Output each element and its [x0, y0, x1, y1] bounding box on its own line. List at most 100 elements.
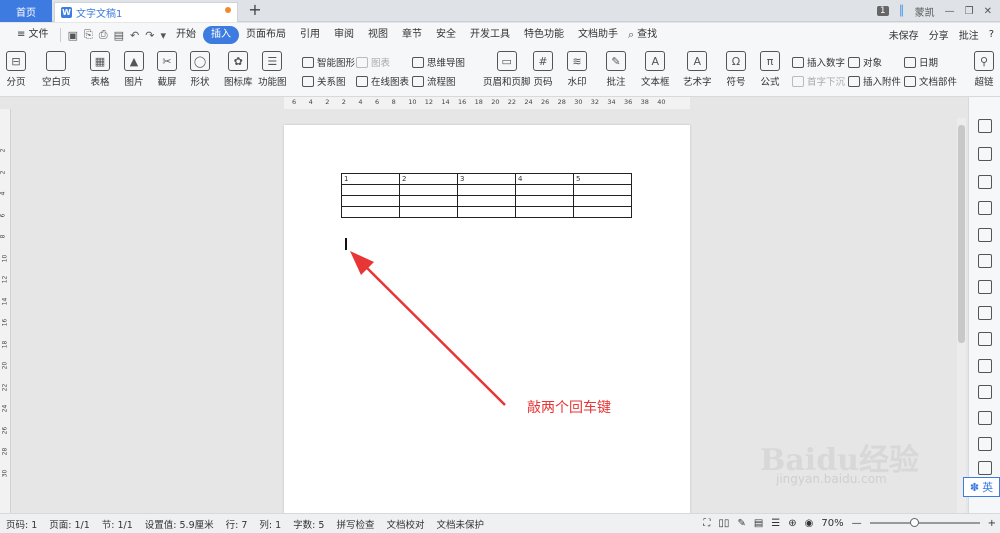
- doc-parts-button[interactable]: 文档部件: [904, 74, 957, 88]
- symbol-button[interactable]: Ω 符号: [726, 51, 746, 88]
- share-out-icon[interactable]: [978, 411, 992, 425]
- apps-grid-icon[interactable]: [978, 280, 992, 294]
- document-table[interactable]: 1 2 3 4 5: [341, 173, 632, 218]
- table-cell[interactable]: [457, 206, 516, 218]
- tab-developer[interactable]: 开发工具: [463, 26, 517, 44]
- table-cell[interactable]: [341, 195, 400, 207]
- tab-security[interactable]: 安全: [429, 26, 463, 44]
- page-view-icon[interactable]: ▤: [754, 518, 763, 529]
- search-icon[interactable]: ⌕: [625, 28, 637, 42]
- blank-page-button[interactable]: 空白页: [42, 51, 71, 88]
- fullscreen-icon[interactable]: ⛶: [703, 518, 710, 529]
- style-brush-icon[interactable]: [978, 119, 992, 133]
- sidebar-toggle-icon[interactable]: [978, 461, 992, 475]
- user-name[interactable]: 蒙凯: [915, 4, 935, 19]
- sliders-icon[interactable]: [978, 332, 992, 346]
- redo-icon[interactable]: ↷: [142, 29, 157, 42]
- select-pointer-icon[interactable]: [978, 147, 992, 161]
- location-pin-icon[interactable]: [978, 175, 992, 189]
- zoom-out-button[interactable]: —: [852, 518, 862, 529]
- shape-button[interactable]: ◯ 形状: [190, 51, 210, 88]
- mind-map-button[interactable]: 思维导图: [412, 55, 465, 69]
- header-footer-button[interactable]: ▭ 页眉和页脚: [483, 51, 531, 88]
- tab-review[interactable]: 审阅: [327, 26, 361, 44]
- attachment-button[interactable]: 插入附件: [848, 74, 901, 88]
- table-cell[interactable]: [399, 184, 458, 196]
- table-cell[interactable]: [341, 184, 400, 196]
- print-icon[interactable]: ⎙: [96, 28, 111, 42]
- table-cell[interactable]: [573, 195, 632, 207]
- bar-chart-icon[interactable]: [978, 306, 992, 320]
- chart-button[interactable]: 图表: [356, 55, 390, 69]
- tab-chapter[interactable]: 章节: [395, 26, 429, 44]
- table-cell[interactable]: [399, 195, 458, 207]
- picture-button[interactable]: ▲ 图片: [124, 51, 144, 88]
- page-number-button[interactable]: # 页码: [533, 51, 553, 88]
- comment-insert-button[interactable]: ✎ 批注: [606, 51, 626, 88]
- minimize-button[interactable]: —: [945, 6, 955, 17]
- web-view-icon[interactable]: ⊕: [788, 518, 796, 529]
- tab-features[interactable]: 特色功能: [517, 26, 571, 44]
- watermark-button[interactable]: ≋ 水印: [567, 51, 587, 88]
- zoom-slider-handle[interactable]: [909, 518, 919, 527]
- zoom-in-button[interactable]: +: [988, 518, 996, 529]
- drop-cap-button[interactable]: 首字下沉: [792, 74, 845, 88]
- tab-insert[interactable]: 插入: [202, 26, 239, 44]
- file-menu[interactable]: ≡ 文件: [10, 26, 56, 44]
- ime-indicator[interactable]: ✽ 英: [963, 477, 1000, 497]
- write-mode-icon[interactable]: ✎: [737, 518, 745, 529]
- undo-icon[interactable]: ↶: [127, 29, 142, 42]
- relation-chart-button[interactable]: 关系图: [302, 74, 346, 88]
- table-cell[interactable]: 4: [515, 173, 574, 185]
- book-icon[interactable]: [978, 385, 992, 399]
- horizontal-ruler[interactable]: 6 4 2 2 4 6 8 10 12 14 16 18 20 22 24 26 28 30 32 34 36 38 40: [284, 97, 690, 109]
- puzzle-icon[interactable]: [978, 437, 992, 451]
- icon-library-button[interactable]: ✿ 图标库: [224, 51, 253, 88]
- zoom-level[interactable]: 70%: [821, 518, 843, 529]
- new-tab-button[interactable]: +: [246, 1, 264, 19]
- share-button[interactable]: 分享: [929, 27, 949, 42]
- tab-view[interactable]: 视图: [361, 26, 395, 44]
- more-icon[interactable]: ▾: [157, 29, 169, 42]
- table-cell[interactable]: [573, 184, 632, 196]
- status-word-count[interactable]: 字数: 5: [293, 517, 324, 531]
- save-status[interactable]: 未保存: [889, 27, 919, 42]
- export-pdf-icon[interactable]: ⎘: [81, 28, 96, 42]
- zoom-slider[interactable]: [869, 518, 980, 527]
- comment-button[interactable]: 批注: [959, 27, 979, 42]
- read-mode-icon[interactable]: ▯▯: [718, 518, 729, 529]
- tab-doc-assistant[interactable]: 文档助手: [571, 26, 625, 44]
- table-cell[interactable]: [515, 195, 574, 207]
- search-button[interactable]: 查找: [637, 26, 664, 44]
- online-chart-button[interactable]: 在线图表: [356, 74, 409, 88]
- save-icon[interactable]: ▣: [65, 29, 81, 42]
- table-cell[interactable]: [515, 206, 574, 218]
- flowchart-button[interactable]: 流程图: [412, 74, 456, 88]
- table-cell[interactable]: [515, 184, 574, 196]
- outline-view-icon[interactable]: ☰: [771, 518, 780, 529]
- table-grid-icon[interactable]: [978, 254, 992, 268]
- close-button[interactable]: ✕: [984, 6, 992, 17]
- wordart-button[interactable]: A 艺术字: [683, 51, 712, 88]
- table-cell[interactable]: 2: [399, 173, 458, 185]
- page-break-button[interactable]: ⊟ 分页: [6, 51, 26, 88]
- table-cell[interactable]: [457, 195, 516, 207]
- scrollbar-thumb[interactable]: [958, 125, 965, 343]
- doc-proofread-button[interactable]: 文档校对: [386, 517, 424, 531]
- print-preview-icon[interactable]: ▤: [111, 29, 127, 42]
- vertical-ruler[interactable]: 2 2 4 6 8 10 12 14 16 18 20 22 24 26 28 30: [0, 109, 11, 513]
- insert-number-button[interactable]: 插入数字: [792, 55, 845, 69]
- table-button[interactable]: ▦ 表格: [90, 51, 110, 88]
- table-cell[interactable]: [573, 206, 632, 218]
- formula-button[interactable]: π 公式: [760, 51, 780, 88]
- object-button[interactable]: 对象: [848, 55, 882, 69]
- textbox-button[interactable]: A 文本框: [641, 51, 670, 88]
- tab-home[interactable]: 首页: [0, 0, 52, 22]
- table-cell[interactable]: [457, 184, 516, 196]
- function-chart-button[interactable]: ☰ 功能图: [258, 51, 287, 88]
- smart-art-button[interactable]: 智能图形: [302, 55, 355, 69]
- table-cell[interactable]: 3: [457, 173, 516, 185]
- table-cell[interactable]: [399, 206, 458, 218]
- tab-start[interactable]: 开始: [169, 26, 203, 44]
- upload-icon[interactable]: [978, 228, 992, 242]
